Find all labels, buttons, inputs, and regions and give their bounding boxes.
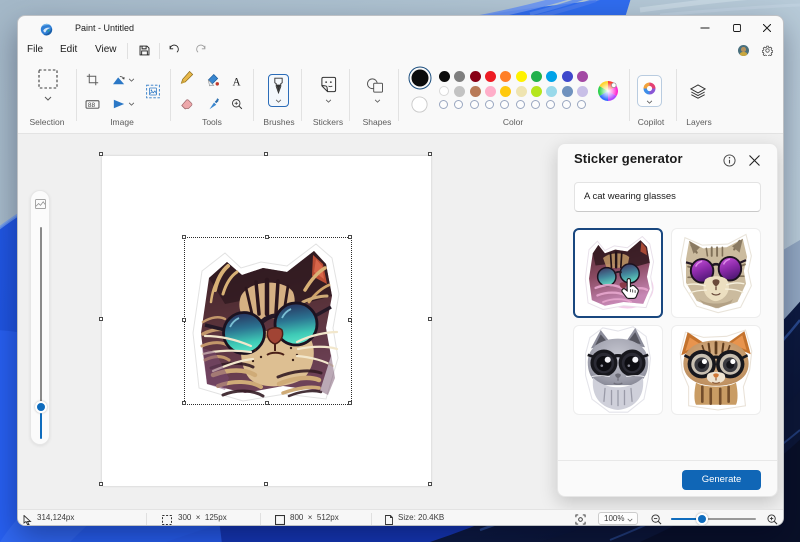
svg-text:88: 88 (88, 102, 96, 109)
svg-text:A: A (233, 76, 242, 88)
